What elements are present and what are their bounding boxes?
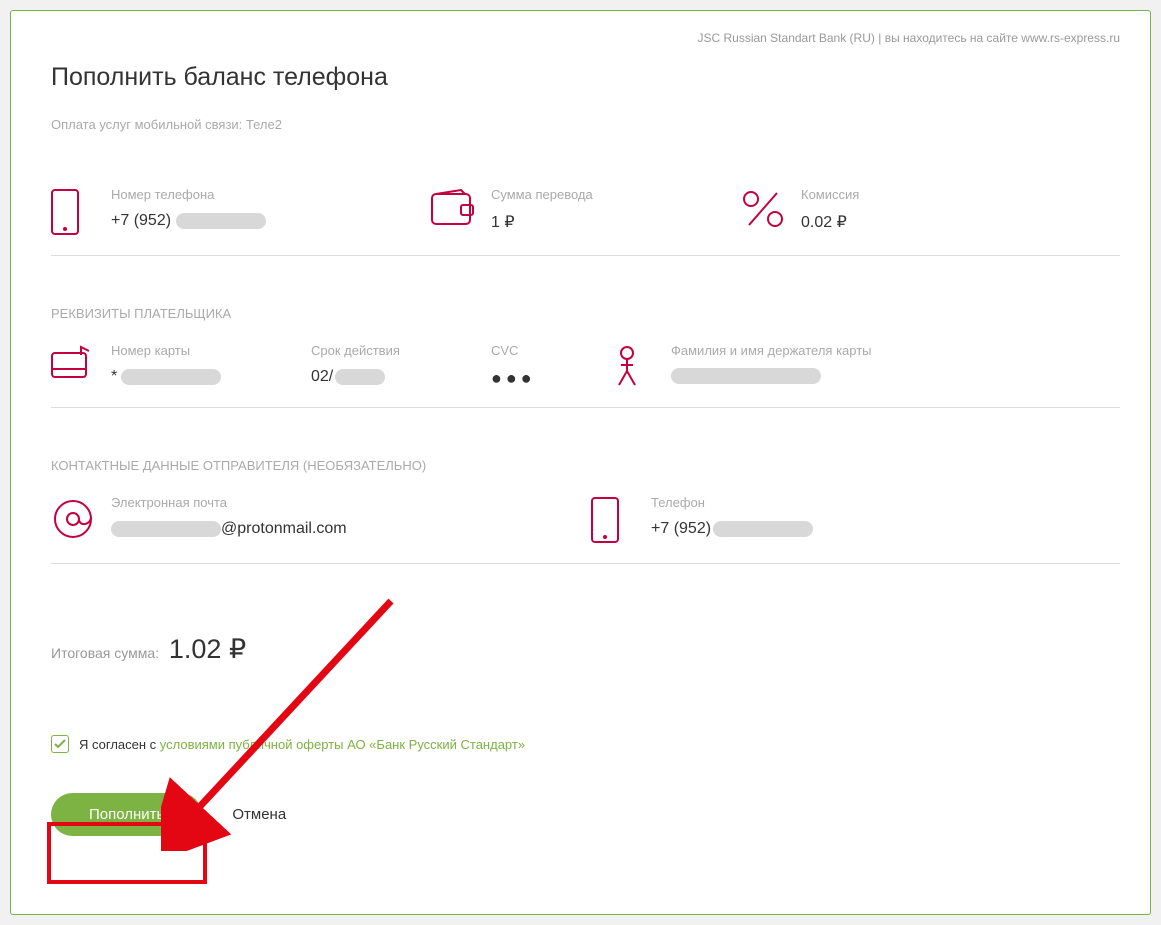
amount-value[interactable]: 1 ₽ bbox=[491, 212, 741, 232]
header-info: JSC Russian Standart Bank (RU) | вы нахо… bbox=[51, 31, 1120, 45]
field-email: Электронная почта @protonmail.com bbox=[51, 495, 591, 564]
field-contact-phone: Телефон +7 (952) bbox=[591, 495, 1120, 564]
phone-value[interactable]: +7 (952) bbox=[111, 212, 431, 230]
total-value: 1.02 ₽ bbox=[169, 634, 246, 664]
redacted bbox=[111, 521, 221, 537]
phone-icon bbox=[51, 187, 111, 237]
payment-form-card: JSC Russian Standart Bank (RU) | вы нахо… bbox=[10, 10, 1151, 915]
row-payer: Номер карты * Срок действия 02/ CVC ●●● bbox=[51, 343, 1120, 418]
email-label: Электронная почта bbox=[111, 495, 591, 510]
row-contact: Электронная почта @protonmail.com Телефо… bbox=[51, 495, 1120, 574]
total-label: Итоговая сумма: bbox=[51, 645, 159, 661]
percent-icon bbox=[741, 187, 801, 229]
holder-value[interactable] bbox=[671, 368, 1120, 384]
oferta-link[interactable]: условиями публичной оферты АО «Банк Русс… bbox=[160, 737, 525, 752]
fee-label: Комиссия bbox=[801, 187, 1120, 202]
subtitle: Оплата услуг мобильной связи: Теле2 bbox=[51, 117, 1120, 132]
bank-name: JSC Russian Standart Bank (RU) bbox=[697, 31, 874, 45]
redacted bbox=[176, 213, 266, 229]
contact-phone-value[interactable]: +7 (952) bbox=[651, 520, 1120, 538]
redacted bbox=[671, 368, 821, 384]
contact-phone-label: Телефон bbox=[651, 495, 1120, 510]
exp-value[interactable]: 02/ bbox=[311, 368, 491, 386]
card-icon bbox=[51, 343, 111, 379]
field-phone: Номер телефона +7 (952) bbox=[51, 187, 431, 256]
page-title: Пополнить баланс телефона bbox=[51, 63, 1120, 92]
site-note: вы находитесь на сайте www.rs-express.ru bbox=[885, 31, 1120, 45]
cvc-value[interactable]: ●●● bbox=[491, 368, 611, 389]
payer-section-title: РЕКВИЗИТЫ ПЛАТЕЛЬЩИКА bbox=[51, 306, 1120, 321]
amount-label: Сумма перевода bbox=[491, 187, 741, 202]
fee-value: 0.02 ₽ bbox=[801, 212, 1120, 232]
holder-label: Фамилия и имя держателя карты bbox=[671, 343, 1120, 358]
cvc-label: CVC bbox=[491, 343, 611, 358]
redacted bbox=[335, 369, 385, 385]
exp-label: Срок действия bbox=[311, 343, 491, 358]
redacted bbox=[713, 521, 813, 537]
field-holder: Фамилия и имя держателя карты bbox=[611, 343, 1120, 408]
card-value[interactable]: * bbox=[111, 368, 311, 386]
submit-button[interactable]: Пополнить bbox=[51, 793, 202, 836]
person-icon bbox=[611, 343, 671, 387]
agreement-text: Я согласен с условиями публичной оферты … bbox=[79, 737, 525, 752]
field-fee: Комиссия 0.02 ₽ bbox=[741, 187, 1120, 256]
cancel-button[interactable]: Отмена bbox=[232, 806, 286, 823]
agreement-checkbox[interactable] bbox=[51, 735, 69, 753]
email-icon bbox=[51, 495, 111, 541]
contact-section-title: КОНТАКТНЫЕ ДАННЫЕ ОТПРАВИТЕЛЯ (НЕОБЯЗАТЕ… bbox=[51, 458, 1120, 473]
field-card: Номер карты * bbox=[51, 343, 311, 408]
phone-icon bbox=[591, 495, 651, 545]
total-line: Итоговая сумма: 1.02 ₽ bbox=[51, 634, 1120, 665]
redacted bbox=[121, 369, 221, 385]
email-value[interactable]: @protonmail.com bbox=[111, 520, 591, 538]
wallet-icon bbox=[431, 187, 491, 227]
card-label: Номер карты bbox=[111, 343, 311, 358]
field-cvc: CVC ●●● bbox=[491, 343, 611, 408]
phone-label: Номер телефона bbox=[111, 187, 431, 202]
field-exp: Срок действия 02/ bbox=[311, 343, 491, 408]
actions-row: Пополнить Отмена bbox=[51, 793, 1120, 836]
row-transfer: Номер телефона +7 (952) Сумма перевода 1… bbox=[51, 187, 1120, 266]
agreement-row: Я согласен с условиями публичной оферты … bbox=[51, 735, 1120, 753]
field-amount: Сумма перевода 1 ₽ bbox=[431, 187, 741, 256]
